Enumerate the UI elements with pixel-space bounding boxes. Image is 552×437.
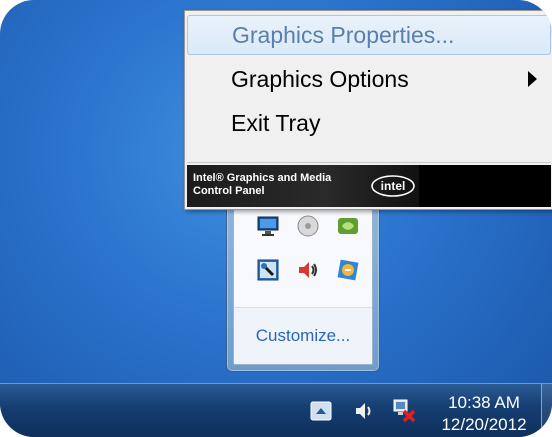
volume-icon[interactable] — [350, 397, 378, 425]
menu-item-label: Exit Tray — [231, 110, 321, 136]
network-tool-icon[interactable] — [256, 258, 280, 282]
submenu-arrow-icon — [528, 71, 537, 87]
taskbar: 10:38 AM 12/20/2012 — [0, 383, 552, 437]
menu-item-graphics-options[interactable]: Graphics Options — [187, 59, 551, 99]
menu-item-label: Graphics Properties... — [232, 22, 455, 48]
show-hidden-icons-button[interactable] — [308, 397, 336, 425]
intel-banner-text: Intel® Graphics and Media Control Panel — [193, 172, 332, 197]
intel-banner: Intel® Graphics and Media Control Panel … — [187, 165, 551, 207]
tray-overflow-panel: Customize... — [233, 199, 373, 365]
clock-date: 12/20/2012 — [441, 415, 527, 434]
taskbar-clock[interactable]: 10:38 AM 12/20/2012 — [432, 392, 536, 436]
network-error-icon[interactable] — [390, 396, 418, 424]
customize-area: Customize... — [234, 307, 372, 364]
menu-item-graphics-properties[interactable]: Graphics Properties... — [187, 15, 551, 55]
customize-link[interactable]: Customize... — [234, 326, 372, 346]
globe-update-icon[interactable] — [336, 258, 360, 282]
intel-banner-tile: Intel® Graphics and Media Control Panel … — [187, 165, 419, 207]
clock-time: 10:38 AM — [448, 393, 520, 412]
show-desktop-button[interactable] — [541, 384, 552, 437]
display-monitor-icon[interactable] — [256, 214, 280, 238]
menu-separator — [187, 162, 551, 163]
svg-text:intel: intel — [381, 179, 406, 193]
nvidia-icon[interactable] — [336, 214, 360, 238]
desktop: Customize... Graphics Properties... Grap… — [0, 0, 552, 437]
disk-icon[interactable] — [296, 214, 320, 238]
intel-logo-icon: intel — [371, 175, 415, 197]
menu-item-exit-tray[interactable]: Exit Tray — [187, 103, 551, 143]
menu-item-label: Graphics Options — [231, 66, 409, 92]
speaker-volume-icon[interactable] — [296, 258, 320, 282]
intel-tray-context-menu: Graphics Properties... Graphics Options … — [184, 10, 552, 210]
tray-overflow-flyout: Customize... — [226, 192, 380, 372]
